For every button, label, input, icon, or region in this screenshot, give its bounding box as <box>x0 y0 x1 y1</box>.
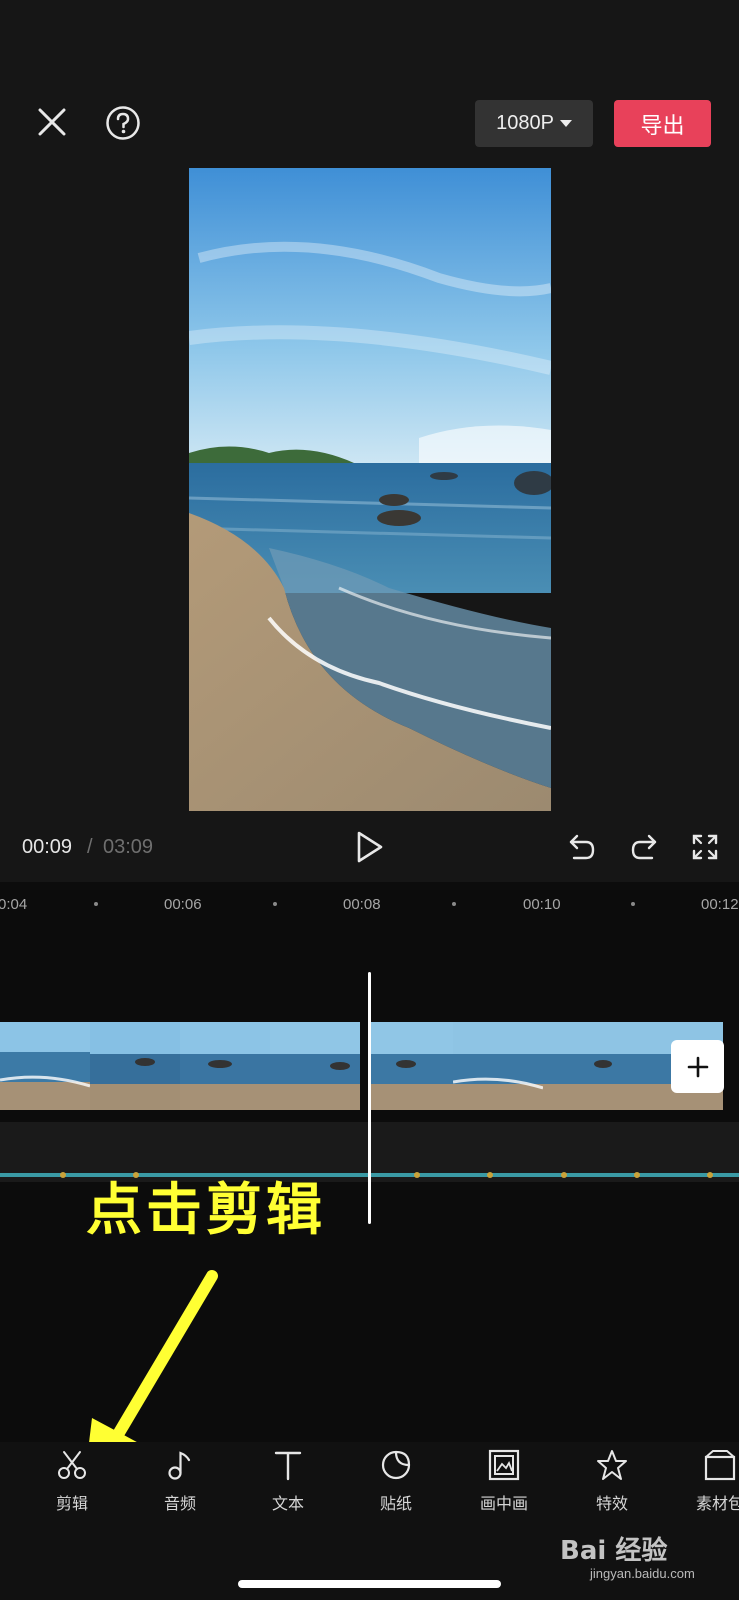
ruler-dot <box>273 902 277 906</box>
close-icon <box>38 108 66 136</box>
play-icon <box>357 831 383 863</box>
help-button[interactable] <box>105 105 141 141</box>
tool-text[interactable]: 文本 <box>248 1448 328 1514</box>
beat-marker <box>487 1172 493 1178</box>
tool-effects[interactable]: 特效 <box>572 1448 652 1514</box>
close-button[interactable] <box>34 104 70 140</box>
music-note-icon <box>168 1451 191 1480</box>
tool-label: 剪辑 <box>55 1494 88 1513</box>
resolution-value: 1080P <box>496 112 554 134</box>
tool-label: 贴纸 <box>379 1494 412 1513</box>
video-preview[interactable] <box>189 168 551 811</box>
beach-scene-image <box>189 168 551 811</box>
total-time: 03:09 <box>103 836 154 858</box>
sticker-icon <box>381 1450 411 1480</box>
redo-button[interactable] <box>630 832 658 862</box>
ruler-label: 00:08 <box>343 896 381 913</box>
tool-label: 画中画 <box>479 1494 528 1513</box>
ruler-label: 00:12 <box>701 896 739 913</box>
ruler-label: 00:10 <box>523 896 561 913</box>
playhead[interactable] <box>368 972 371 1224</box>
clip-thumbnail <box>453 1022 543 1110</box>
asset-pack-icon <box>704 1450 736 1481</box>
tool-asset-pack[interactable]: 素材包 <box>680 1448 739 1514</box>
export-label: 导出 <box>640 113 685 139</box>
clip-thumbnail <box>371 1022 461 1110</box>
plus-icon <box>687 1056 708 1077</box>
baidu-watermark: Bai 经验 <box>560 1536 668 1566</box>
beat-marker <box>707 1172 713 1178</box>
picture-in-picture-icon <box>488 1449 520 1481</box>
watermark-url: jingyan.baidu.com <box>590 1566 695 1581</box>
tool-label: 音频 <box>163 1494 196 1513</box>
ruler-dot <box>94 902 98 906</box>
resolution-dropdown[interactable]: 1080P <box>475 100 593 147</box>
clip-thumbnail <box>543 1022 633 1110</box>
fullscreen-button[interactable] <box>691 833 719 861</box>
clip-thumbnail <box>0 1022 90 1110</box>
tool-edit[interactable]: 剪辑 <box>32 1448 112 1514</box>
tool-label: 特效 <box>595 1494 628 1513</box>
home-indicator[interactable] <box>238 1580 501 1588</box>
scissors-icon <box>58 1451 86 1479</box>
annotation-label: 点击剪辑 <box>86 1178 326 1243</box>
clip-thumbnail <box>180 1022 270 1110</box>
caret-down-icon <box>559 120 572 127</box>
undo-button[interactable] <box>568 832 596 862</box>
beat-marker <box>60 1172 66 1178</box>
time-separator: / <box>87 836 93 858</box>
beat-marker <box>634 1172 640 1178</box>
play-button[interactable] <box>355 830 385 864</box>
tool-picture-in-picture[interactable]: 画中画 <box>464 1448 544 1514</box>
redo-icon <box>631 834 657 860</box>
fullscreen-icon <box>692 834 718 860</box>
current-time: 00:09 <box>22 836 73 858</box>
add-clip-button[interactable] <box>671 1040 724 1093</box>
undo-icon <box>569 834 595 860</box>
clip-thumbnail <box>270 1022 360 1110</box>
tool-sticker[interactable]: 贴纸 <box>356 1448 436 1514</box>
effects-star-icon <box>597 1450 627 1480</box>
beat-marker <box>561 1172 567 1178</box>
tool-label: 素材包 <box>695 1494 739 1513</box>
clip-thumbnail <box>90 1022 180 1110</box>
ruler-label: 0:04 <box>0 896 28 913</box>
export-button[interactable]: 导出 <box>614 100 711 147</box>
ruler-dot <box>631 902 635 906</box>
tool-audio[interactable]: 音频 <box>140 1448 220 1514</box>
ruler-dot <box>452 902 456 906</box>
beat-marker <box>414 1172 420 1178</box>
text-icon <box>274 1451 302 1481</box>
help-icon <box>106 106 140 140</box>
tool-label: 文本 <box>271 1494 304 1513</box>
ruler-label: 00:06 <box>164 896 202 913</box>
